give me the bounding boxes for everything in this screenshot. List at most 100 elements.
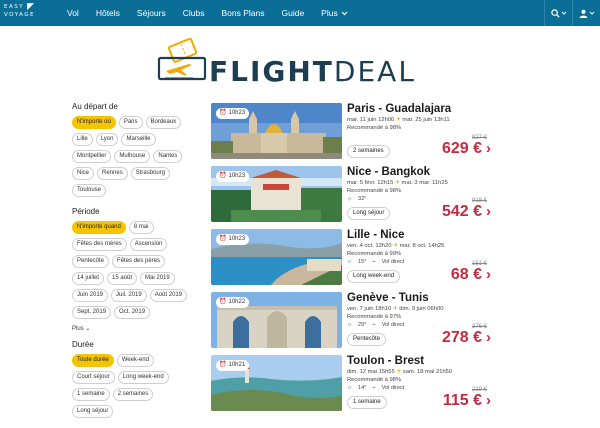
- deal-card[interactable]: ⏰ 10h21 Toulon - Brest dim. 12 mai 15h55 …: [211, 355, 491, 411]
- menu-item-plus[interactable]: Plus: [321, 8, 348, 18]
- chip-depart-lille[interactable]: Lille: [72, 133, 93, 146]
- chip-depart-marseille[interactable]: Marseille: [121, 133, 156, 146]
- chip-periode-anytime[interactable]: N'importe quand: [72, 221, 126, 234]
- deal-price-button[interactable]: 278 € ›: [442, 329, 491, 347]
- destination-photo-bangkok: ⏰ 10h23: [211, 166, 342, 222]
- deal-card[interactable]: ⏰ 10h23 Lille - Nice ven. 4 oct. 12h20 ✈ …: [211, 229, 491, 285]
- chip-depart-montpellier[interactable]: Montpellier: [72, 150, 112, 163]
- chip-periode-14-juillet[interactable]: 14 juillet: [72, 272, 105, 285]
- plane-icon: ✈: [396, 369, 402, 375]
- chevron-right-icon: ›: [486, 392, 491, 409]
- menu-item-vol[interactable]: Vol: [67, 8, 79, 18]
- temperature: 32°: [358, 196, 367, 202]
- menu-item-clubs[interactable]: Clubs: [183, 8, 205, 18]
- chip-periode-15-aout[interactable]: 15 août: [107, 272, 138, 285]
- destination-photo-tunis: ⏰ 10h22: [211, 292, 342, 348]
- periode-more-toggle[interactable]: Plus ⌄: [72, 325, 197, 332]
- deal-title[interactable]: Lille - Nice: [347, 229, 405, 241]
- date-out: ven. 7 juin 18h10: [347, 306, 392, 312]
- chip-depart-anywhere[interactable]: N'importe où: [72, 116, 116, 129]
- chevron-down-icon: [561, 11, 566, 15]
- chip-periode-pentecote[interactable]: Pentecôte: [72, 255, 110, 268]
- search-icon: [550, 8, 560, 18]
- deal-card[interactable]: ⏰ 10h23 Paris - Guadalajara mar. 11 juin …: [211, 103, 491, 159]
- duration-tag[interactable]: Long week-end: [347, 270, 401, 283]
- user-menu-button[interactable]: [572, 0, 600, 26]
- chip-depart-bordeaux[interactable]: Bordeaux: [145, 116, 182, 129]
- deal-price-button[interactable]: 115 € ›: [443, 392, 491, 410]
- deal-card[interactable]: ⏰ 10h23 Nice - Bangkok mar. 5 févr. 12h15…: [211, 166, 491, 222]
- chip-duree-long-week-end[interactable]: Long week-end: [117, 371, 169, 384]
- plane-icon: ✈: [392, 306, 398, 312]
- deal-price-button[interactable]: 629 € ›: [442, 140, 491, 158]
- plane-icon: ✈: [395, 180, 400, 186]
- chevron-down-icon: ⌄: [85, 326, 91, 332]
- direct-flight-label: Vol direct: [381, 385, 405, 391]
- chip-periode-aout-2019[interactable]: Août 2019: [149, 289, 188, 302]
- search-button[interactable]: [544, 0, 572, 26]
- duration-tag[interactable]: Long séjour: [347, 207, 391, 220]
- chip-depart-mulhouse[interactable]: Mulhouse: [114, 150, 151, 163]
- plane-icon: ✈: [393, 243, 398, 249]
- chip-duree-1-semaine[interactable]: 1 semaine: [72, 388, 110, 401]
- deal-meta: ☼ 14° ⌁ Vol direct: [347, 385, 404, 391]
- deal-price-button[interactable]: 68 € ›: [451, 266, 491, 284]
- chip-periode-8-mai[interactable]: 8 mai: [128, 221, 154, 234]
- chip-periode-sept-2019[interactable]: Sept. 2019: [72, 306, 112, 319]
- duration-tag[interactable]: Pentecôte: [347, 333, 387, 346]
- chip-duree-2-semaines[interactable]: 2 semaines: [112, 388, 154, 401]
- easy-voyage-logo[interactable]: EASY ◤ VOYAGE: [0, 0, 52, 26]
- chip-periode-juin-2019[interactable]: Juin 2019: [72, 289, 109, 302]
- deal-title[interactable]: Genève - Tunis: [347, 292, 429, 304]
- chip-periode-ascension[interactable]: Ascension: [129, 238, 168, 251]
- filters-sidebar: Au départ de N'importe où Paris Bordeaux…: [72, 102, 197, 428]
- deal-title[interactable]: Paris - Guadalajara: [347, 103, 451, 115]
- flight-icon: ⌁: [372, 259, 376, 265]
- chip-depart-nantes[interactable]: Nantes: [153, 150, 183, 163]
- date-out: dim. 12 mai 15h55: [347, 369, 395, 375]
- deal-card[interactable]: ⏰ 10h22 Genève - Tunis ven. 7 juin 18h10 …: [211, 292, 491, 348]
- chip-periode-juil-2019[interactable]: Juil. 2019: [111, 289, 147, 302]
- chip-depart-lyon[interactable]: Lyon: [95, 133, 119, 146]
- chip-depart-nice[interactable]: Nice: [72, 167, 95, 180]
- time-value: 10h22: [228, 299, 246, 305]
- weather-icon: ☼: [347, 259, 353, 265]
- deal-title[interactable]: Toulon - Brest: [347, 355, 424, 367]
- chip-depart-toulouse[interactable]: Toulouse: [72, 184, 107, 197]
- logo-text-voyage: VOYAGE: [4, 12, 36, 18]
- chip-periode-fetes-meres[interactable]: Fêtes des mères: [72, 238, 127, 251]
- deal-meta: ☼ 32°: [347, 196, 366, 202]
- chip-duree-toute[interactable]: Toute durée: [72, 354, 114, 367]
- more-label: Plus: [72, 326, 84, 332]
- chip-duree-week-end[interactable]: Week-end: [116, 354, 154, 367]
- menu-item-bons-plans[interactable]: Bons Plans: [221, 8, 264, 18]
- time-badge: ⏰ 10h23: [216, 171, 250, 182]
- deal-dates: dim. 12 mai 15h55 ✈ sam. 18 mai 21h50: [347, 369, 452, 375]
- chip-depart-paris[interactable]: Paris: [118, 116, 143, 129]
- brand-title-bold: FLIGHT: [209, 55, 334, 88]
- alarm-icon: ⏰: [219, 173, 227, 179]
- chip-duree-long-sejour[interactable]: Long séjour: [72, 405, 114, 418]
- menu-item-hotels[interactable]: Hôtels: [96, 8, 120, 18]
- alarm-icon: ⏰: [219, 362, 227, 368]
- time-value: 10h21: [228, 362, 246, 368]
- time-value: 10h23: [228, 236, 246, 242]
- time-badge: ⏰ 10h23: [216, 234, 250, 245]
- time-value: 10h23: [228, 110, 246, 116]
- logo-arrow-icon: ◤: [27, 2, 35, 12]
- chip-periode-oct-2019[interactable]: Oct. 2019: [114, 306, 151, 319]
- chip-periode-mai-2019[interactable]: Mai 2019: [140, 272, 175, 285]
- chevron-right-icon: ›: [486, 203, 491, 220]
- top-nav: EASY ◤ VOYAGE Vol Hôtels Séjours Clubs Bo…: [0, 0, 600, 26]
- menu-item-sejours[interactable]: Séjours: [137, 8, 166, 18]
- deal-title[interactable]: Nice - Bangkok: [347, 166, 430, 178]
- chip-duree-court-sejour[interactable]: Court séjour: [72, 371, 115, 384]
- deal-price-button[interactable]: 542 € ›: [442, 203, 491, 221]
- duration-tag[interactable]: 2 semaines: [347, 145, 390, 158]
- chip-periode-fetes-peres[interactable]: Fêtes des pères: [112, 255, 166, 268]
- duration-tag[interactable]: 1 semaine: [347, 396, 387, 409]
- menu-item-guide[interactable]: Guide: [281, 8, 304, 18]
- chip-depart-strasbourg[interactable]: Strasbourg: [130, 167, 171, 180]
- chip-depart-rennes[interactable]: Rennes: [97, 167, 128, 180]
- date-return: sam. 18 mai 21h50: [402, 369, 453, 375]
